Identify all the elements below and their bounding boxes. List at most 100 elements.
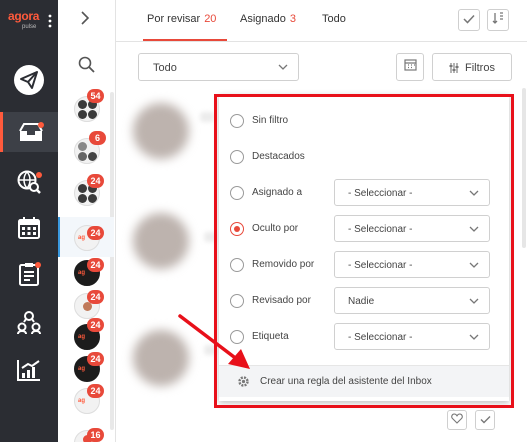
main-navigation-rail: agora pulse [0, 0, 58, 442]
nav-publish[interactable] [0, 60, 58, 100]
filter-option-label: Sin filtro [252, 115, 289, 126]
calendar-icon [403, 58, 417, 76]
filter-option-label: Destacados [252, 151, 305, 162]
revisado-por-select[interactable]: Nadie [334, 287, 490, 314]
logo-subtext: pulse [22, 24, 37, 30]
nav-reports[interactable] [0, 350, 58, 390]
chevron-down-icon [278, 64, 288, 70]
chevron-down-icon [469, 226, 479, 232]
filter-option-label: Revisado por [252, 295, 311, 306]
account-badge: 24 [87, 384, 104, 398]
feed-item-text [204, 232, 216, 242]
chevron-down-icon [469, 334, 479, 340]
feed-item-text [200, 112, 214, 122]
sort-button[interactable] [487, 9, 509, 31]
account-badge: 54 [87, 89, 104, 103]
tab-label: Todo [322, 13, 346, 25]
nav-inbox[interactable] [0, 112, 58, 152]
etiqueta-select[interactable]: - Seleccionar - [334, 323, 490, 350]
radio-button-selected[interactable] [230, 222, 244, 236]
tab-por-revisar[interactable]: Por revisar 20 [147, 13, 216, 25]
tab-count: 3 [289, 13, 296, 25]
like-button[interactable] [447, 410, 467, 430]
calendar-icon [17, 216, 41, 240]
notification-dot [38, 122, 44, 128]
tab-asignado[interactable]: Asignado 3 [240, 13, 296, 25]
select-value: - Seleccionar - [348, 260, 413, 271]
nav-tasks[interactable] [0, 254, 58, 294]
asignado-a-select[interactable]: - Seleccionar - [334, 179, 490, 206]
chevron-down-icon [469, 298, 479, 304]
oculto-por-select[interactable]: - Seleccionar - [334, 215, 490, 242]
chart-icon [16, 358, 42, 382]
filter-option-asignado-a[interactable]: Asignado a - Seleccionar - [219, 174, 509, 210]
select-value: Nadie [348, 296, 375, 307]
sort-icon [492, 11, 504, 29]
filter-option-label: Removido por [252, 259, 315, 270]
check-icon [480, 411, 491, 429]
nav-team[interactable] [0, 302, 58, 342]
filter-option-label: Etiqueta [252, 331, 289, 342]
account-logo-mark: ag [78, 334, 86, 340]
filter-option-oculto-por[interactable]: Oculto por - Seleccionar - [219, 210, 509, 246]
create-inbox-rule-label: Crear una regla del asistente del Inbox [260, 376, 432, 387]
feed-item-avatar [133, 213, 189, 269]
nav-calendar[interactable] [0, 208, 58, 248]
paper-plane-icon [13, 64, 45, 96]
account-badge: 24 [87, 174, 104, 188]
radio-button[interactable] [230, 186, 244, 200]
filter-option-removido-por[interactable]: Removido por - Seleccionar - [219, 246, 509, 282]
radio-button[interactable] [230, 150, 244, 164]
radio-button[interactable] [230, 294, 244, 308]
notification-dot [35, 262, 41, 268]
tab-todo[interactable]: Todo [322, 13, 346, 25]
sliders-icon [449, 63, 459, 73]
mark-all-reviewed-button[interactable] [458, 9, 480, 31]
chevron-down-icon [469, 190, 479, 196]
filter-option-revisado-por[interactable]: Revisado por Nadie [219, 282, 509, 318]
tab-label: Asignado [240, 13, 286, 25]
filter-option-label: Oculto por [252, 223, 299, 234]
account-badge: 24 [87, 318, 104, 332]
mark-reviewed-button[interactable] [475, 410, 495, 430]
inbox-screen: agora pulse 54 6 24 ag 24 ag 24 24 ag 24… [0, 0, 527, 442]
filter-option-sin-filtro[interactable]: Sin filtro [219, 102, 509, 138]
filter-option-destacados[interactable]: Destacados [219, 138, 509, 174]
search-icon[interactable] [78, 56, 95, 78]
accounts-scrollbar[interactable] [110, 92, 114, 430]
account-logo-mark: ag [78, 398, 86, 404]
chevron-down-icon [469, 262, 479, 268]
more-vertical-icon[interactable] [48, 14, 52, 28]
radio-button[interactable] [230, 258, 244, 272]
notification-dot [36, 172, 42, 178]
users-network-icon [16, 309, 42, 335]
expand-chevron-icon[interactable] [80, 11, 90, 28]
removido-por-select[interactable]: - Seleccionar - [334, 251, 490, 278]
feed-item-text [204, 345, 216, 355]
heart-icon [451, 411, 463, 429]
nav-listening[interactable] [0, 162, 58, 202]
date-filter-button[interactable] [396, 53, 424, 81]
logo-text: agora [8, 9, 40, 23]
tab-count: 20 [204, 13, 217, 25]
account-badge: 24 [87, 352, 104, 366]
radio-button[interactable] [230, 330, 244, 344]
feed-scrollbar[interactable] [522, 88, 526, 248]
account-badge: 24 [87, 290, 104, 304]
filters-button[interactable]: Filtros [432, 53, 512, 81]
feed-item-avatar [133, 330, 189, 386]
scope-select[interactable]: Todo [138, 53, 299, 81]
account-logo-mark: ag [78, 270, 86, 276]
account-logo-mark: ag [78, 235, 86, 241]
select-value: - Seleccionar - [348, 224, 413, 235]
filters-dropdown-panel: Sin filtro Destacados Asignado a - Selec… [219, 94, 509, 401]
create-inbox-rule-link[interactable]: Crear una regla del asistente del Inbox [219, 365, 509, 397]
radio-button[interactable] [230, 114, 244, 128]
filter-option-etiqueta[interactable]: Etiqueta - Seleccionar - [219, 318, 509, 354]
check-icon [463, 11, 475, 29]
filter-option-label: Asignado a [252, 187, 303, 198]
agorapulse-logo[interactable]: agora pulse [0, 0, 58, 48]
account-badge: 24 [87, 226, 104, 240]
filters-button-label: Filtros [465, 62, 495, 74]
scope-select-value: Todo [153, 62, 177, 74]
